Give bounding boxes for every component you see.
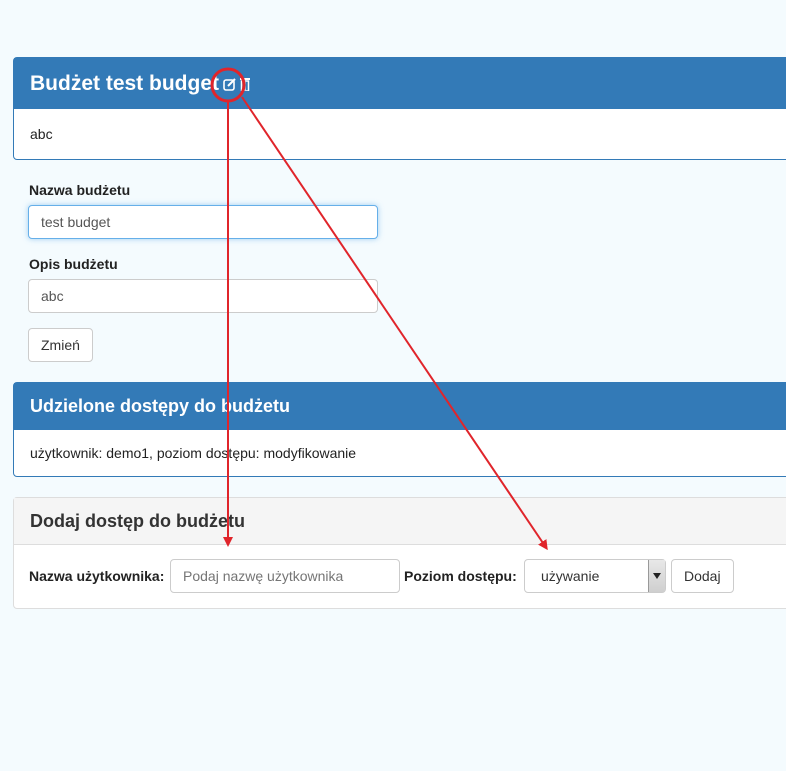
username-input[interactable]: [170, 559, 400, 593]
access-level-select[interactable]: używanie: [524, 559, 666, 593]
page: Budżet test budget abc Nazwa budżetu tes…: [0, 0, 786, 771]
access-level-label: Poziom dostępu:: [404, 568, 517, 584]
edit-icon[interactable]: [223, 77, 237, 91]
budget-panel-heading: Budżet test budget: [14, 58, 786, 109]
budget-description: abc: [30, 126, 53, 142]
change-button[interactable]: Zmień: [28, 328, 93, 362]
budget-name-label: Nazwa budżetu: [29, 182, 131, 198]
budget-description-label: Opis budżetu: [29, 256, 118, 272]
access-panel-heading: Udzielone dostępy do budżetu: [14, 383, 786, 430]
add-access-heading: Dodaj dostęp do budżetu: [14, 498, 786, 545]
access-entry: użytkownik: demo1, poziom dostępu: modyf…: [30, 445, 357, 461]
budget-name-input[interactable]: [28, 205, 378, 239]
budget-title: Budżet test budget: [30, 71, 219, 95]
budget-description-input[interactable]: [28, 279, 378, 313]
access-level-value: używanie: [541, 568, 600, 584]
budget-panel: Budżet test budget abc: [13, 57, 786, 160]
access-panel: Udzielone dostępy do budżetu użytkownik:…: [13, 382, 786, 477]
trash-icon[interactable]: [240, 77, 250, 91]
annotation-arrow-diagonal: [241, 96, 548, 551]
add-button[interactable]: Dodaj: [671, 559, 734, 593]
chevron-down-icon[interactable]: [648, 560, 665, 592]
username-label: Nazwa użytkownika:: [29, 568, 165, 584]
budget-title-icons: [223, 77, 250, 91]
add-access-panel: Dodaj dostęp do budżetu: [13, 497, 786, 609]
